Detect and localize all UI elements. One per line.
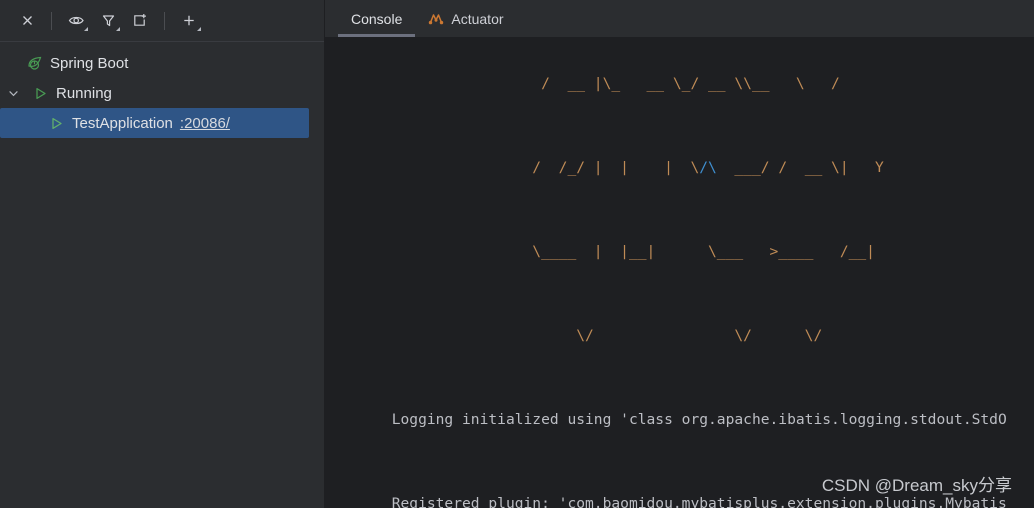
spring-leaf-glyph: [27, 56, 41, 70]
tab-actuator-label: Actuator: [451, 10, 504, 27]
tab-console-label: Console: [351, 10, 403, 27]
toolbar-separator-1: [51, 11, 52, 30]
log-line: Registered plugin: 'com.baomidou.mybatis…: [391, 495, 1007, 508]
spring-banner-line-1: / __ |\_ __ \_/ __ \\__ \ /: [391, 75, 840, 92]
close-glyph: [22, 16, 32, 25]
tab-console[interactable]: Console: [338, 0, 416, 37]
tree-node-label: Spring Boot: [50, 54, 129, 72]
tree-node-test-application[interactable]: TestApplication :20086/: [0, 108, 309, 138]
actuator-graph-glyph: [429, 14, 444, 25]
funnel-glyph: [102, 15, 114, 27]
output-tabbar: Console Actuator: [325, 0, 1034, 37]
spring-banner-line-3: \____ | |__| \___ >____ /__|: [391, 243, 875, 260]
run-dashboard-panel: Spring Boot Running TestApplication:200…: [0, 0, 325, 508]
chevron-down-glyph: [8, 90, 18, 96]
actuator-graph-icon: [428, 11, 444, 26]
tab-actuator[interactable]: Actuator: [415, 0, 516, 37]
chevron-down-icon[interactable]: [4, 84, 22, 102]
spring-boot-leaf-icon: [24, 54, 44, 72]
tree-node-running-group[interactable]: Running: [0, 78, 324, 108]
plus-icon[interactable]: [174, 7, 204, 35]
new-tab-icon[interactable]: [125, 7, 155, 35]
filter-icon[interactable]: [93, 7, 123, 35]
tree-node-spring-boot[interactable]: Spring Boot: [0, 48, 324, 78]
application-port-link[interactable]: :20086/: [180, 115, 230, 132]
chevron-down-icon: [84, 26, 88, 31]
toolbar-separator-2: [164, 11, 165, 30]
spring-banner-line-2-pre: / /_/ | | | \: [391, 159, 700, 176]
spring-banner-line-2-post: ___/ / __ \| Y: [716, 159, 884, 176]
run-triangle-icon: [46, 114, 66, 132]
plus-glyph: [184, 15, 194, 26]
new-tab-glyph: [134, 14, 146, 26]
run-triangle-glyph: [51, 117, 62, 129]
tree-node-label: Running: [56, 84, 112, 102]
close-icon[interactable]: [12, 7, 42, 35]
run-triangle-icon: [30, 84, 50, 102]
chevron-down-icon: [197, 26, 201, 31]
chevron-down-icon: [116, 26, 120, 31]
run-dashboard-toolbar: [0, 0, 324, 42]
tree-node-label: TestApplication: [72, 114, 173, 132]
log-line: Logging initialized using 'class org.apa…: [391, 411, 1007, 428]
eye-icon[interactable]: [61, 7, 91, 35]
eye-glyph: [68, 16, 84, 25]
run-triangle-glyph: [35, 87, 46, 99]
run-output-panel: Console Actuator / __ |\_ __ \_/ __ \\__: [325, 0, 1034, 508]
ide-run-window: Spring Boot Running TestApplication:200…: [0, 0, 1034, 508]
console-output[interactable]: / __ |\_ __ \_/ __ \\__ \ / / /_/ | | | …: [325, 37, 1034, 508]
run-configurations-tree: Spring Boot Running TestApplication:200…: [0, 42, 324, 508]
spring-banner-blue-arrow: /\: [699, 159, 717, 176]
spring-banner-line-4: \/ \/ \/: [391, 327, 823, 344]
